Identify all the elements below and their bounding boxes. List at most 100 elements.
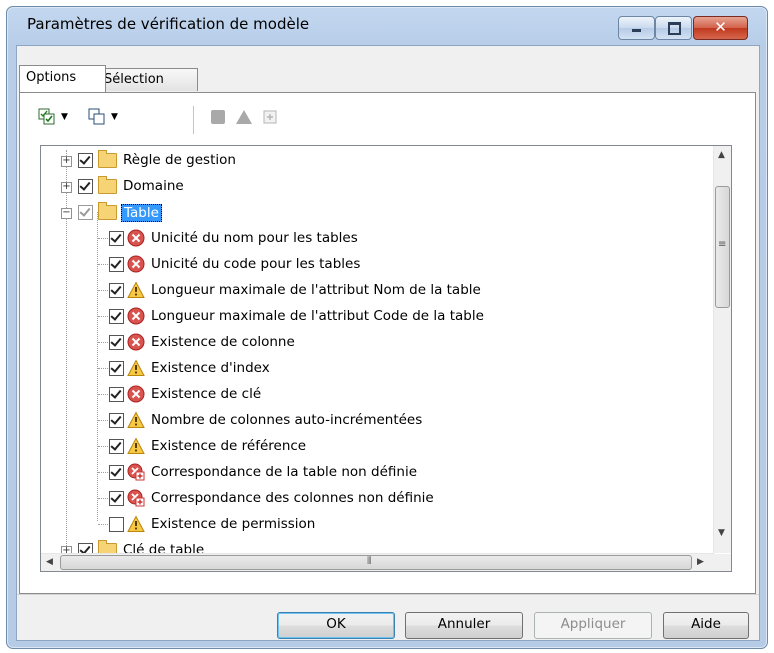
- tree-item-rule[interactable]: Correspondance de la table non définie: [41, 460, 713, 486]
- tree-item-label: Correspondance des colonnes non définie: [151, 490, 434, 506]
- maximize-button[interactable]: [655, 16, 692, 40]
- help-button[interactable]: Aide: [663, 612, 749, 639]
- tree-item-label: Longueur maximale de l'attribut Nom de l…: [151, 282, 481, 298]
- tree-item-rule[interactable]: Unicité du nom pour les tables: [41, 226, 713, 252]
- grip-icon: ⦀: [367, 556, 372, 567]
- error-icon: [127, 385, 145, 403]
- tree-line: [98, 342, 108, 343]
- window-title: Paramètres de vérification de modèle: [27, 15, 310, 33]
- tree-line: [98, 238, 108, 239]
- tree-line: [98, 290, 108, 291]
- tree-checkbox[interactable]: [109, 309, 124, 324]
- dialog-client-area: Options Sélection ▼ ▼ + Règle de gestion…: [16, 45, 760, 641]
- tree-item-label: Unicité du nom pour les tables: [151, 230, 358, 246]
- tree-checkbox[interactable]: [109, 465, 124, 480]
- tree-checkbox[interactable]: [109, 517, 124, 532]
- error-severity-icon[interactable]: [209, 108, 227, 126]
- tree-checkbox[interactable]: [78, 179, 93, 194]
- error-icon: [127, 229, 145, 247]
- tree-line: [98, 498, 108, 499]
- tree-item-rule[interactable]: Nombre de colonnes auto-incrémentées: [41, 408, 713, 434]
- tab-options[interactable]: Options: [19, 65, 106, 92]
- uncheck-all-dropdown-icon[interactable]: ▼: [111, 112, 118, 122]
- tree-item-label: Correspondance de la table non définie: [151, 464, 418, 480]
- tree-checkbox[interactable]: [109, 231, 124, 246]
- tree-item-label: Règle de gestion: [123, 152, 236, 168]
- apply-button[interactable]: Appliquer: [534, 612, 652, 639]
- horizontal-scroll-thumb[interactable]: ⦀: [60, 555, 692, 570]
- auto-correct-icon[interactable]: [261, 108, 279, 126]
- tree-item-rule[interactable]: Longueur maximale de l'attribut Code de …: [41, 304, 713, 330]
- tree-item-label: Existence de permission: [151, 516, 316, 532]
- error-autofix-icon: [127, 463, 145, 481]
- footer-divider: [17, 594, 759, 595]
- tree-checkbox[interactable]: [109, 361, 124, 376]
- collapse-icon[interactable]: −: [61, 208, 72, 219]
- tree-item-label: Existence de clé: [151, 386, 262, 402]
- tree-rows: + Règle de gestion + Domaine − Table Uni…: [41, 146, 713, 558]
- tree-line: [98, 446, 108, 447]
- tree-checkbox[interactable]: [109, 413, 124, 428]
- horizontal-scrollbar[interactable]: ◀ ⦀ ▶: [41, 553, 714, 571]
- options-panel: ▼ ▼ + Règle de gestion + Domaine − Table…: [19, 92, 756, 594]
- tree-item-rule[interactable]: Unicité du code pour les tables: [41, 252, 713, 278]
- tree-line: [98, 368, 108, 369]
- dialog-window: Paramètres de vérification de modèle ✕ O…: [6, 6, 768, 649]
- tree-item-rule[interactable]: Existence de colonne: [41, 330, 713, 356]
- folder-icon: [98, 202, 117, 220]
- vertical-scroll-thumb[interactable]: ≡: [715, 186, 730, 308]
- tree-item-table[interactable]: − Table: [41, 200, 713, 226]
- tab-selection[interactable]: Sélection: [97, 68, 198, 91]
- warning-icon: [127, 281, 145, 298]
- tree-checkbox[interactable]: [109, 439, 124, 454]
- tree-item-rule[interactable]: Correspondance des colonnes non définie: [41, 486, 713, 512]
- check-all-dropdown-icon[interactable]: ▼: [61, 112, 68, 122]
- warning-icon: [127, 411, 145, 428]
- warning-severity-icon[interactable]: [235, 108, 253, 126]
- scroll-down-icon[interactable]: ▼: [718, 528, 725, 538]
- scrollbar-corner: [714, 554, 731, 571]
- error-icon: [127, 307, 145, 325]
- scroll-right-icon[interactable]: ▶: [697, 557, 704, 567]
- tree-item-rule[interactable]: Longueur maximale de l'attribut Nom de l…: [41, 278, 713, 304]
- cancel-button[interactable]: Annuler: [405, 612, 523, 639]
- scroll-up-icon[interactable]: ▲: [718, 150, 725, 160]
- tree-item-label: Existence d'index: [151, 360, 270, 376]
- tree-item-rule[interactable]: Existence d'index: [41, 356, 713, 382]
- close-button[interactable]: ✕: [693, 16, 748, 40]
- tree-checkbox[interactable]: [109, 491, 124, 506]
- minimize-button[interactable]: [618, 16, 655, 40]
- tree-checkbox[interactable]: [78, 205, 93, 220]
- tree-checkbox[interactable]: [109, 283, 124, 298]
- tree-line: [98, 524, 108, 525]
- tree-item-regle-de-gestion[interactable]: + Règle de gestion: [41, 148, 713, 174]
- minimize-icon: [632, 29, 641, 32]
- vertical-scrollbar[interactable]: ▲ ≡ ▼: [713, 146, 731, 553]
- folder-icon: [98, 176, 117, 194]
- tree-item-label: Unicité du code pour les tables: [151, 256, 361, 272]
- tree-checkbox[interactable]: [78, 153, 93, 168]
- tree-item-rule[interactable]: Existence de référence: [41, 434, 713, 460]
- tree-line: [98, 264, 108, 265]
- expand-icon[interactable]: +: [61, 182, 72, 193]
- tree-item-domaine[interactable]: + Domaine: [41, 174, 713, 200]
- tree-item-rule[interactable]: Existence de clé: [41, 382, 713, 408]
- check-all-icon[interactable]: [38, 108, 56, 126]
- tree-checkbox[interactable]: [109, 335, 124, 350]
- tree-item-label: Existence de référence: [151, 438, 307, 454]
- tree-checkbox[interactable]: [109, 387, 124, 402]
- warning-icon: [127, 359, 145, 376]
- tree-item-label: Longueur maximale de l'attribut Code de …: [151, 308, 484, 324]
- tree-checkbox[interactable]: [109, 257, 124, 272]
- ok-button[interactable]: OK: [277, 612, 395, 639]
- uncheck-all-icon[interactable]: [88, 108, 106, 126]
- title-bar[interactable]: Paramètres de vérification de modèle ✕: [7, 7, 767, 45]
- tree-item-rule[interactable]: Existence de permission: [41, 512, 713, 538]
- expand-icon[interactable]: +: [61, 156, 72, 167]
- rules-tree[interactable]: + Règle de gestion + Domaine − Table Uni…: [40, 145, 732, 572]
- folder-icon: [98, 150, 117, 168]
- warning-icon: [127, 437, 145, 454]
- close-icon: ✕: [714, 18, 727, 36]
- tree-line: [98, 472, 108, 473]
- scroll-left-icon[interactable]: ◀: [46, 557, 53, 567]
